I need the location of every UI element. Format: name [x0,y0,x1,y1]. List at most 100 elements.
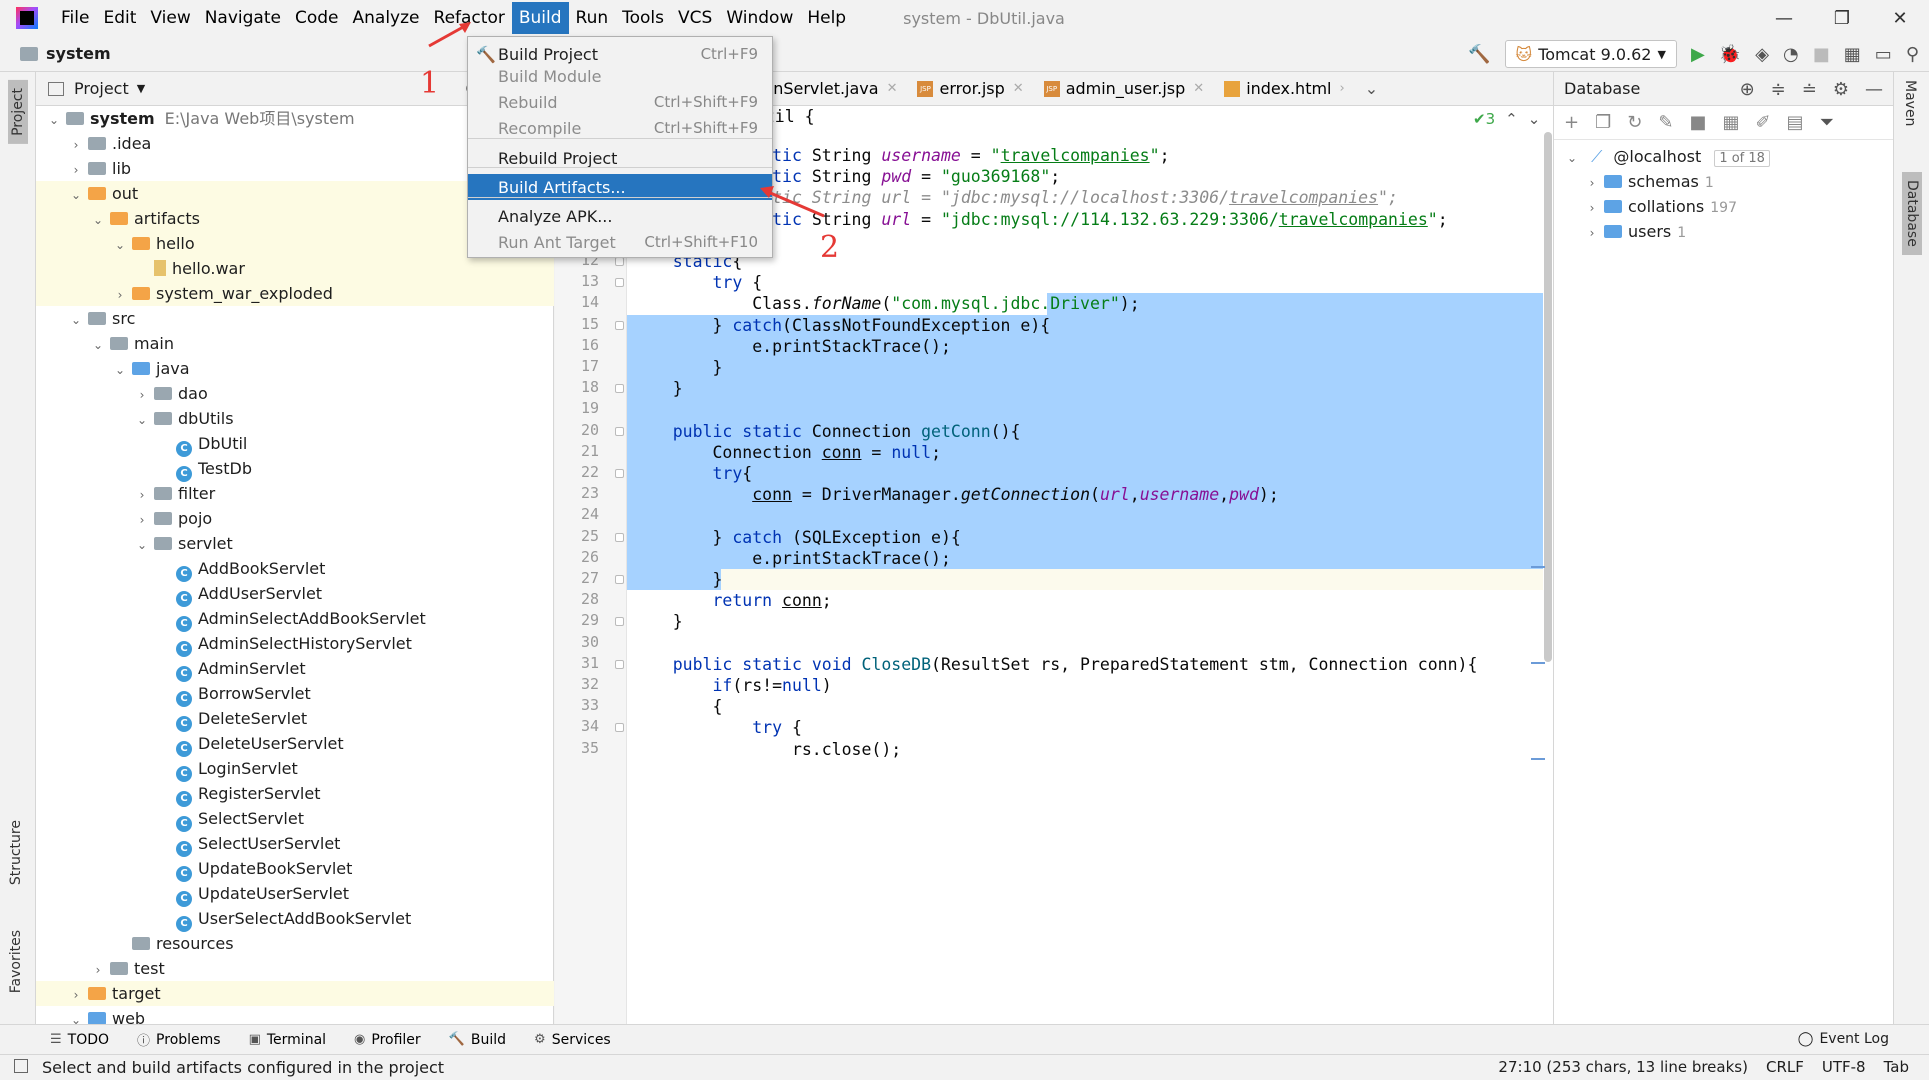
indent-setting[interactable]: Tab [1884,1058,1909,1076]
chevron-down-icon[interactable]: ▼ [137,82,145,95]
file-encoding[interactable]: UTF-8 [1822,1058,1866,1076]
close-icon[interactable]: ✕ [1013,81,1024,96]
tree-item[interactable]: C DeleteUserServlet [36,731,554,757]
tree-item[interactable]: hello.war [36,256,554,281]
tool-tab-project[interactable]: Project [8,80,28,144]
caret-position[interactable]: 27:10 (253 chars, 13 line breaks) [1498,1058,1748,1076]
fold-marker-icon[interactable] [615,469,624,478]
tool-tab-maven[interactable]: Maven [1902,80,1918,126]
chevron-down-icon[interactable]: ⌄ [134,408,150,433]
chevron-down-icon[interactable]: ⌄ [112,233,128,258]
stop-icon[interactable]: ■ [1689,112,1706,133]
menu-edit[interactable]: Edit [96,2,143,34]
tree-item[interactable]: C UpdateBookServlet [36,856,554,882]
scrollbar-thumb[interactable] [1544,132,1552,662]
db-tree-item[interactable]: › schemas 1 [1554,169,1893,194]
tree-item[interactable]: ⌄ src [36,306,554,331]
menu-view[interactable]: View [143,2,197,34]
fold-marker-icon[interactable] [615,723,624,733]
tree-item[interactable]: C UpdateUserServlet [36,881,554,907]
tree-item[interactable]: ⌄ main [36,331,554,356]
event-log[interactable]: ◯ Event Log [1798,1031,1889,1047]
minimize-icon[interactable]: — [1755,0,1813,36]
menu-analyze[interactable]: Analyze [346,2,427,34]
menu-file[interactable]: File [54,2,96,34]
db-tree-item[interactable]: › collations 197 [1554,194,1893,219]
tree-item[interactable]: C UserSelectAddBookServlet [36,906,554,932]
fold-marker-icon[interactable] [615,426,624,436]
tool-window-profiler[interactable]: ◉ Profiler [354,1032,421,1048]
menu-window[interactable]: Window [719,2,800,34]
filter-icon[interactable]: ⏷ [1820,112,1834,133]
menu-help[interactable]: Help [800,2,853,34]
menu-navigate[interactable]: Navigate [198,2,288,34]
tool-tab-database[interactable]: Database [1902,172,1922,255]
fold-marker-icon[interactable] [615,257,624,266]
menu-tools[interactable]: Tools [615,2,671,34]
tree-item[interactable]: C AdminSelectHistoryServlet [36,631,554,657]
chevron-down-icon[interactable]: ⌄ [1564,146,1580,171]
refresh-icon[interactable]: ↻ [1627,112,1642,133]
close-icon[interactable]: ✕ [887,81,898,96]
add-icon[interactable]: + [1564,112,1579,133]
fold-marker-icon[interactable] [615,384,624,394]
tree-item[interactable]: C DeleteServlet [36,706,554,732]
tree-item[interactable]: C AdminSelectAddBookServlet [36,606,554,632]
chevron-right-icon[interactable]: › [134,383,150,408]
profile-icon[interactable]: ◔ [1783,44,1799,65]
run-config-select[interactable]: 🐱 Tomcat 9.0.62 ▼ [1504,40,1677,68]
chevron-right-icon[interactable]: › [134,508,150,533]
edit-icon[interactable]: ✐ [1755,112,1770,133]
coverage-icon[interactable]: ◈ [1755,44,1769,65]
collapse-all-icon[interactable]: ≐ [1802,79,1817,100]
chevron-down-icon[interactable]: ⌄ [68,308,84,333]
menu-build[interactable]: Build [511,2,569,34]
tree-item[interactable]: ⌄ java [36,356,554,381]
chevron-right-icon[interactable]: › [1340,81,1345,96]
fold-marker-icon[interactable] [615,532,624,542]
error-stripe-mark[interactable] [1531,662,1545,664]
gear-icon[interactable]: ⚙ [1833,79,1849,100]
tree-item[interactable]: C SelectServlet [36,806,554,832]
properties-icon[interactable]: ✎ [1658,112,1673,133]
restore-icon[interactable]: ❐ [1813,0,1871,36]
run-icon[interactable]: ▶ [1691,44,1705,65]
close-icon[interactable]: ✕ [1871,0,1929,36]
copy-icon[interactable]: ❐ [1595,112,1611,133]
build-menu-item[interactable]: Analyze APK... [468,203,772,229]
tabs-more-icon[interactable]: ⌄ [1365,79,1378,98]
tree-item[interactable]: › system_war_exploded [36,281,554,306]
locate-icon[interactable]: ⊕ [1740,79,1755,100]
tree-item[interactable]: C AddBookServlet [36,556,554,582]
tree-item[interactable]: ⌄ dbUtils [36,406,554,431]
tree-item[interactable]: C BorrowServlet [36,681,554,707]
chevron-down-icon[interactable]: ⌄ [134,533,150,558]
tool-window-build[interactable]: 🔨 Build [449,1032,506,1048]
tree-item[interactable]: › test [36,956,554,981]
fold-marker-icon[interactable] [615,575,624,584]
editor-tab[interactable]: index.html › [1214,72,1355,106]
chevron-right-icon[interactable]: › [1584,221,1600,246]
chevron-down-icon[interactable]: ⌄ [112,358,128,383]
line-separator[interactable]: CRLF [1766,1058,1804,1076]
tree-item[interactable]: resources [36,931,554,956]
db-root-row[interactable]: ⌄ ⟋ @localhost 1 of 18 [1554,144,1893,169]
error-stripe-mark[interactable] [1531,566,1545,568]
db-tree-item[interactable]: › users 1 [1554,219,1893,244]
debug-icon[interactable]: 🐞 [1719,44,1741,65]
breadcrumb[interactable]: system [20,44,111,63]
tree-item[interactable]: C DbUtil [36,431,554,457]
presentation-icon[interactable]: ▭ [1875,44,1892,65]
chevron-right-icon[interactable]: › [90,958,106,983]
tree-item[interactable]: C SelectUserServlet [36,831,554,857]
chevron-down-icon[interactable]: ⌄ [90,333,106,358]
tree-item[interactable]: › pojo [36,506,554,531]
tool-window-problems[interactable]: ⓘ Problems [137,1030,221,1050]
fold-marker-icon[interactable] [615,617,624,627]
search-icon[interactable]: ⚲ [1906,44,1919,65]
fold-marker-icon[interactable] [615,320,624,330]
close-icon[interactable]: ✕ [1193,81,1204,96]
tree-item[interactable]: › dao [36,381,554,406]
build-hammer-icon[interactable]: 🔨 [1468,44,1490,65]
chevron-right-icon[interactable]: › [68,133,84,158]
